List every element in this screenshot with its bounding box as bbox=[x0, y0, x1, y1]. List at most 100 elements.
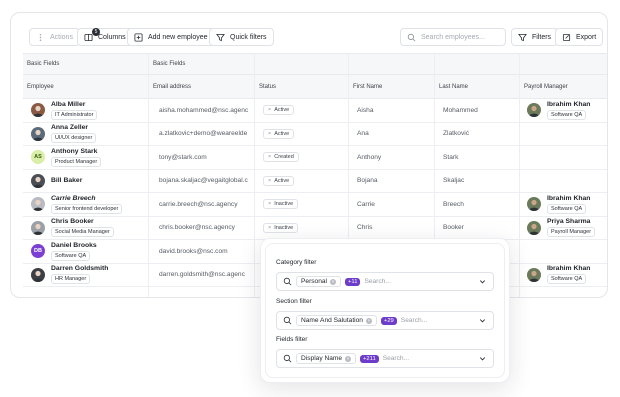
table-row[interactable]: Alba Miller IT Administrator aisha.mohamm… bbox=[23, 99, 607, 123]
email-cell: aisha.mohammed@nsc.agenc bbox=[159, 106, 249, 114]
export-icon bbox=[562, 33, 571, 42]
remove-chip-icon[interactable]: × bbox=[345, 355, 352, 362]
category-chip[interactable]: Personal × bbox=[296, 276, 342, 287]
role-badge: Software QA bbox=[547, 274, 587, 285]
role-badge: Payroll Manager bbox=[547, 227, 596, 238]
employee-name[interactable]: Anna Zeller bbox=[51, 124, 96, 131]
email-cell: bojana.skaljac@vegaitglobal.c bbox=[159, 177, 248, 185]
person-icon bbox=[33, 129, 43, 141]
manager-name: Priya Sharma bbox=[547, 218, 591, 226]
column-header-email[interactable]: Email address bbox=[153, 84, 191, 90]
filters-button[interactable]: Filters bbox=[511, 28, 559, 46]
table-row[interactable]: Bill Baker bojana.skaljac@vegaitglobal.c… bbox=[23, 170, 607, 193]
person-icon bbox=[529, 270, 539, 282]
status-label: Inactive bbox=[274, 201, 294, 208]
table-row[interactable]: AS Anthony Stark Product Manager tony@sta… bbox=[23, 146, 607, 170]
avatar-initials: DB bbox=[34, 248, 42, 255]
role-badge: Senior frontend developer bbox=[51, 203, 123, 214]
fields-search-placeholder: Search... bbox=[382, 355, 410, 362]
email-cell: a.zlatkovic+demo@weareelde bbox=[159, 130, 248, 138]
close-icon: × bbox=[268, 177, 272, 184]
column-header-payroll-manager[interactable]: Payroll Manager bbox=[524, 84, 568, 90]
employee-name[interactable]: Darren Goldsmith bbox=[51, 265, 108, 272]
table-row[interactable]: Anna Zeller UI/UX designer a.zlatkovic+de… bbox=[23, 123, 607, 146]
add-employee-button[interactable]: Add new employee bbox=[127, 28, 215, 46]
fields-filter-select[interactable]: Display Name × +211 Search... bbox=[276, 349, 494, 368]
email-cell: carrie.breech@nsc.agency bbox=[159, 200, 238, 208]
search-input[interactable]: Search employees... bbox=[400, 28, 506, 46]
filters-label: Filters bbox=[532, 33, 552, 41]
person-icon bbox=[33, 223, 43, 235]
employee-name[interactable]: Alba Miller bbox=[51, 101, 97, 108]
status-cell: × Created bbox=[263, 146, 299, 169]
avatar bbox=[527, 220, 541, 235]
status-badge: × Inactive bbox=[263, 222, 299, 233]
column-header-last-name[interactable]: Last Name bbox=[439, 84, 468, 90]
avatar-initials: AS bbox=[34, 154, 42, 161]
columns-label: Columns bbox=[98, 33, 126, 41]
section-filter-select[interactable]: Name And Salutation × +29 Search... bbox=[276, 311, 494, 330]
fields-filter-label: Fields filter bbox=[276, 336, 308, 343]
person-icon bbox=[529, 200, 539, 212]
avatar bbox=[527, 267, 541, 282]
quick-filters-button[interactable]: Quick filters bbox=[209, 28, 274, 46]
group-header-row: Basic Fields Basic Fields bbox=[23, 53, 607, 75]
first-name-cell: Ana bbox=[357, 130, 369, 138]
role-badge: UI/UX designer bbox=[51, 133, 97, 144]
section-chip[interactable]: Name And Salutation × bbox=[296, 315, 377, 326]
columns-button[interactable]: 5 Columns bbox=[77, 27, 133, 46]
avatar bbox=[31, 103, 45, 118]
last-name-cell: Stark bbox=[443, 153, 459, 161]
employee-name[interactable]: Chris Booker bbox=[51, 218, 114, 225]
column-header-employee[interactable]: Employee bbox=[27, 84, 54, 90]
last-name-cell: Booker bbox=[443, 224, 464, 232]
role-badge: Software QA bbox=[51, 250, 91, 261]
employee-name[interactable]: Daniel Brooks bbox=[51, 242, 97, 249]
last-name-cell: Breech bbox=[443, 200, 464, 208]
employee-name[interactable]: Bill Baker bbox=[51, 177, 82, 184]
first-name-cell: Anthony bbox=[357, 153, 382, 161]
status-label: Active bbox=[274, 177, 290, 184]
section-more-badge: +29 bbox=[380, 316, 397, 325]
payroll-manager-cell: Priya Sharma Payroll Manager bbox=[527, 217, 596, 240]
person-icon bbox=[33, 200, 43, 212]
column-header-first-name[interactable]: First Name bbox=[353, 84, 382, 90]
manager-name: Ibrahim Khan bbox=[547, 194, 591, 202]
payroll-manager-cell: Ibrahim Khan Software QA bbox=[527, 99, 590, 122]
export-button[interactable]: Export bbox=[555, 28, 604, 46]
remove-chip-icon[interactable]: × bbox=[330, 278, 337, 285]
employee-name[interactable]: Anthony Stark bbox=[51, 148, 101, 155]
category-filter-label: Category filter bbox=[276, 259, 317, 266]
column-header-row: Employee Email address Status First Name… bbox=[23, 75, 607, 99]
avatar: AS bbox=[31, 150, 45, 165]
role-badge: Product Manager bbox=[51, 156, 102, 167]
status-badge: × Active bbox=[263, 128, 295, 139]
fields-chip[interactable]: Display Name × bbox=[296, 353, 357, 364]
chevron-down-icon[interactable] bbox=[478, 316, 487, 325]
status-badge: × Active bbox=[263, 105, 295, 116]
search-icon bbox=[407, 33, 416, 42]
employee-name[interactable]: Carrie Breech bbox=[51, 195, 122, 202]
last-name-cell: Skaljac bbox=[443, 177, 465, 185]
status-label: Created bbox=[274, 154, 294, 161]
table-row[interactable]: Chris Booker Social Media Manager chris.b… bbox=[23, 217, 607, 240]
table-row[interactable]: Carrie Breech Senior frontend developer c… bbox=[23, 193, 607, 217]
first-name-cell: Bojana bbox=[357, 177, 378, 185]
section-filter-label: Section filter bbox=[276, 298, 312, 305]
person-icon bbox=[529, 106, 539, 118]
remove-chip-icon[interactable]: × bbox=[365, 317, 372, 324]
column-header-status[interactable]: Status bbox=[259, 84, 276, 90]
payroll-manager-cell: Ibrahim Khan Software QA bbox=[527, 264, 590, 287]
employee-cell: Anna Zeller UI/UX designer bbox=[31, 123, 97, 146]
category-filter-select[interactable]: Personal × +11 Search... bbox=[276, 272, 494, 291]
plus-square-icon bbox=[134, 32, 143, 42]
employee-cell: Darren Goldsmith HR Manager bbox=[31, 264, 108, 287]
chevron-down-icon[interactable] bbox=[478, 354, 487, 363]
actions-button[interactable]: Actions bbox=[29, 28, 80, 46]
section-search-placeholder: Search... bbox=[400, 317, 428, 324]
chevron-down-icon[interactable] bbox=[478, 277, 487, 286]
email-cell: darren.goldsmith@nsc.agenc bbox=[159, 271, 245, 279]
actions-label: Actions bbox=[50, 33, 73, 41]
search-icon bbox=[283, 316, 292, 325]
role-badge: Software QA bbox=[547, 203, 587, 214]
